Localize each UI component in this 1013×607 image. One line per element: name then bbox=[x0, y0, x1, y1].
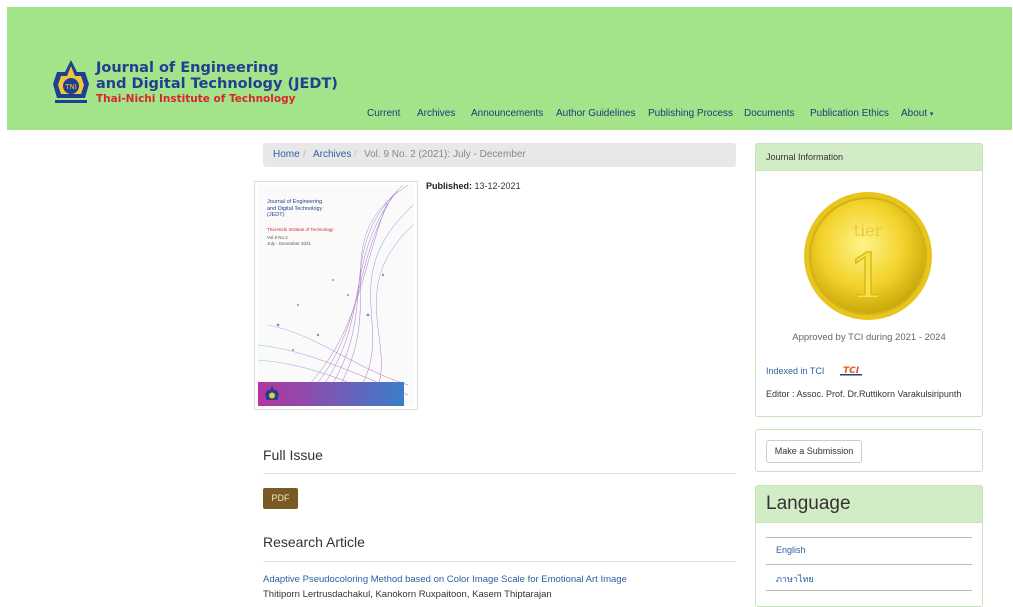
language-english[interactable]: English bbox=[776, 545, 806, 555]
language-panel: Language English ภาษาไทย bbox=[755, 485, 983, 607]
journal-title-line1: Journal of Engineering bbox=[96, 60, 279, 76]
full-issue-heading: Full Issue bbox=[263, 447, 323, 463]
nav-about[interactable]: About ▾ bbox=[901, 108, 933, 119]
indexed-in-tci-link[interactable]: Indexed in TCI bbox=[766, 366, 824, 376]
breadcrumb-separator: / bbox=[354, 149, 357, 160]
breadcrumb: Home / Archives / Vol. 9 No. 2 (2021): J… bbox=[263, 143, 736, 167]
breadcrumb-home[interactable]: Home bbox=[273, 143, 300, 167]
breadcrumb-separator: / bbox=[303, 149, 306, 160]
cover-artwork: Journal of Engineering and Digital Techn… bbox=[258, 185, 414, 406]
nav-current[interactable]: Current bbox=[367, 108, 400, 119]
published-label: Published: bbox=[426, 181, 473, 191]
tni-emblem-icon bbox=[265, 385, 279, 400]
breadcrumb-current: Vol. 9 No. 2 (2021): July - December bbox=[364, 149, 526, 160]
divider bbox=[766, 564, 972, 565]
medal-word: tier bbox=[854, 221, 883, 240]
breadcrumb-archives[interactable]: Archives bbox=[313, 143, 351, 167]
language-heading: Language bbox=[756, 486, 982, 523]
main-nav: Current Archives Announcements Author Gu… bbox=[7, 108, 1012, 122]
journal-information-heading: Journal Information bbox=[756, 144, 982, 171]
divider bbox=[766, 590, 972, 591]
divider bbox=[263, 561, 736, 562]
issue-cover-image[interactable]: Journal of Engineering and Digital Techn… bbox=[254, 181, 418, 410]
editor-text: Editor : Assoc. Prof. Dr.Ruttikorn Varak… bbox=[766, 389, 962, 399]
cover-period: July - December 2021 bbox=[267, 241, 312, 246]
medal-number: 1 bbox=[848, 240, 887, 313]
nav-author-guidelines[interactable]: Author Guidelines bbox=[556, 108, 636, 119]
nav-publication-ethics[interactable]: Publication Ethics bbox=[810, 108, 889, 119]
divider bbox=[766, 537, 972, 538]
article-title-link[interactable]: Adaptive Pseudocoloring Method based on … bbox=[263, 574, 627, 585]
cover-title-line3: (JEDT) bbox=[267, 212, 285, 218]
cover-title-line1: Journal of Engineering bbox=[267, 199, 323, 205]
cover-institute: Thai-Nichi Institute of Technology bbox=[267, 227, 334, 232]
published-value: 13-12-2021 bbox=[474, 181, 521, 191]
nav-publishing-process[interactable]: Publishing Process bbox=[648, 108, 733, 119]
tci-approval-text: Approved by TCI during 2021 - 2024 bbox=[792, 332, 946, 343]
research-article-heading: Research Article bbox=[263, 534, 365, 550]
nav-announcements[interactable]: Announcements bbox=[471, 108, 543, 119]
full-issue-pdf-button[interactable]: PDF bbox=[263, 488, 298, 509]
site-header: TNI Journal of Engineering and Digital T… bbox=[7, 7, 1012, 130]
cover-title: Journal of Engineering and Digital Techn… bbox=[267, 199, 322, 219]
journal-title[interactable]: Journal of Engineering and Digital Techn… bbox=[96, 60, 338, 92]
submission-panel: Make a Submission bbox=[755, 429, 983, 472]
emblem-text: TNI bbox=[64, 83, 77, 91]
tni-emblem-icon: TNI bbox=[53, 60, 89, 103]
published-date: Published: 13-12-2021 bbox=[426, 181, 521, 191]
journal-subtitle: Thai-Nichi Institute of Technology bbox=[96, 93, 296, 105]
chevron-down-icon: ▾ bbox=[929, 111, 934, 118]
make-submission-button[interactable]: Make a Submission bbox=[766, 440, 862, 463]
tier-1-medal-icon: tier 1 bbox=[804, 192, 932, 320]
language-thai[interactable]: ภาษาไทย bbox=[776, 572, 814, 586]
cover-bottom-band bbox=[258, 382, 404, 406]
nav-archives[interactable]: Archives bbox=[417, 108, 455, 119]
tci-logo-icon: TCI bbox=[839, 365, 863, 376]
journal-information-panel: Journal Information tier 1 Approved by T… bbox=[755, 143, 983, 417]
nav-about-label: About bbox=[901, 108, 928, 119]
divider bbox=[263, 473, 736, 474]
journal-title-line2: and Digital Technology (JEDT) bbox=[96, 76, 338, 92]
nav-documents[interactable]: Documents bbox=[744, 108, 795, 119]
